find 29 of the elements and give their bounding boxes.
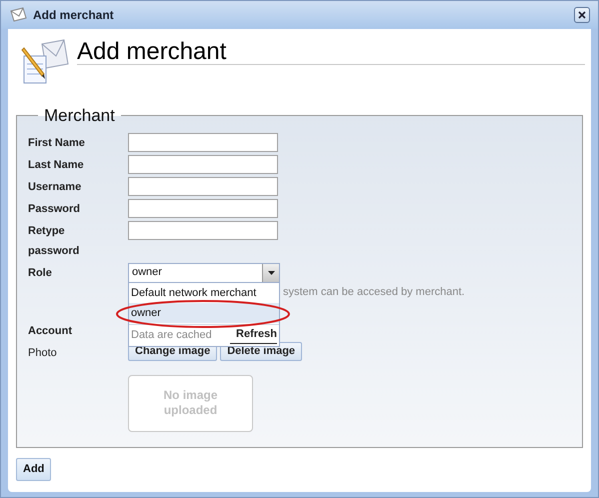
text-field[interactable] (128, 176, 278, 196)
role-select[interactable]: owner (128, 262, 280, 282)
field-label: Role (28, 266, 53, 280)
add-button[interactable]: Add (16, 458, 52, 481)
field-label: Account (28, 324, 73, 338)
field-label: Username (28, 180, 82, 194)
close-button[interactable] (574, 7, 590, 23)
envelope-icon (9, 7, 27, 23)
page-title: Add merchant (77, 37, 226, 67)
text-field[interactable] (128, 198, 278, 218)
text-field[interactable] (128, 154, 278, 174)
field-label: Retype password (28, 224, 80, 258)
no-image-text: No image uploaded (162, 388, 218, 418)
caret-icon (268, 270, 274, 274)
fieldset-legend: Merchant (38, 103, 121, 128)
dropdown-option[interactable]: owner (129, 302, 279, 322)
field-label: Last Name (28, 158, 85, 172)
field-label: First Name (28, 136, 86, 150)
field-label: Photo (28, 346, 58, 360)
refresh-link[interactable]: Refresh (230, 326, 277, 344)
cache-note: Data are cached (131, 328, 213, 343)
window-title: Add merchant (33, 7, 115, 24)
text-field[interactable] (128, 132, 278, 152)
close-icon (578, 11, 586, 19)
field-label: Password (28, 202, 81, 216)
text-field[interactable] (128, 220, 278, 240)
dropdown-arrow-button[interactable] (262, 264, 279, 282)
envelope-notepad-icon (20, 38, 70, 86)
role-hint: system can be accesed by merchant. (283, 284, 465, 300)
